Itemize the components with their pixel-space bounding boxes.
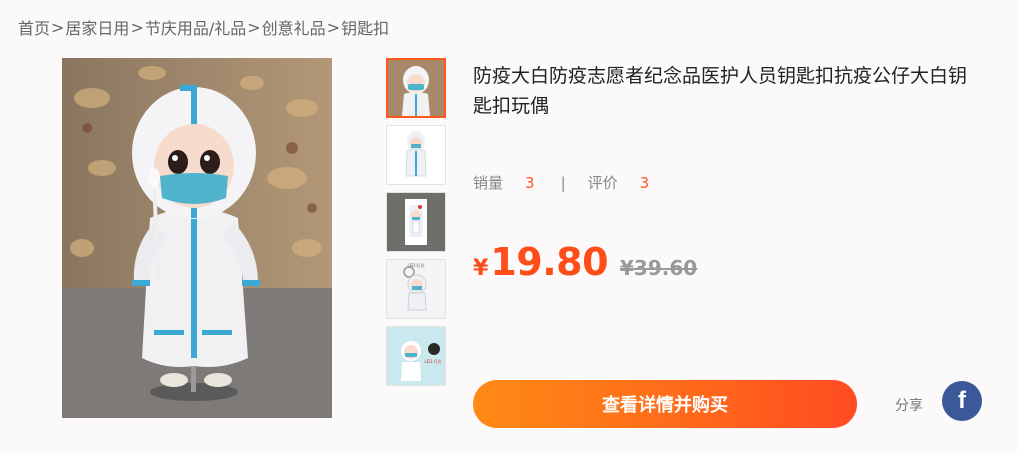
facebook-share-button[interactable]: f: [942, 381, 982, 421]
product-stats: 销量 3 | 评价 3: [473, 172, 649, 193]
product-title: 防疫大白防疫志愿者纪念品医护人员钥匙扣抗疫公仔大白钥匙扣玩偶: [473, 65, 968, 117]
thumbnail-4[interactable]: LED 灯光: [386, 259, 446, 319]
current-price: 19.80: [490, 240, 609, 284]
breadcrumb-separator: >: [130, 17, 144, 37]
original-price: ¥39.60: [620, 256, 698, 280]
breadcrumb-item-festival-gifts[interactable]: 节庆用品/礼品: [145, 15, 246, 39]
price-currency: ¥: [473, 256, 489, 281]
reviews-label[interactable]: 评价: [588, 172, 618, 193]
reviews-count[interactable]: 3: [640, 174, 650, 192]
breadcrumb-item-household[interactable]: 居家日用: [65, 15, 129, 39]
thumbnail-5[interactable]: LED 灯光: [386, 326, 446, 386]
thumbnail-1[interactable]: [386, 58, 446, 118]
thumbnail-4-caption: LED 灯光: [407, 262, 424, 268]
breadcrumb: 首页 > 居家日用 > 节庆用品/礼品 > 创意礼品 > 钥匙扣: [18, 15, 389, 39]
breadcrumb-item-creative-gifts[interactable]: 创意礼品: [262, 15, 326, 39]
thumbnail-2[interactable]: [386, 125, 446, 185]
thumbnail-list: LED 灯光 LED 灯光: [386, 58, 446, 393]
breadcrumb-item-keychains[interactable]: 钥匙扣: [341, 15, 389, 39]
thumbnail-5-caption: LED 灯光: [424, 358, 441, 364]
breadcrumb-item-home[interactable]: 首页: [18, 15, 50, 39]
stats-divider: |: [560, 173, 566, 192]
view-details-buy-button[interactable]: 查看详情并购买: [473, 380, 857, 428]
share-label: 分享: [895, 398, 923, 414]
main-product-image: [62, 58, 332, 418]
breadcrumb-separator: >: [51, 17, 65, 37]
sales-count: 3: [525, 173, 535, 192]
sales-label: 销量: [473, 174, 504, 192]
price-row: ¥ 19.80 ¥39.60: [473, 240, 697, 284]
facebook-icon: f: [958, 387, 966, 414]
thumbnail-3[interactable]: [386, 192, 446, 252]
breadcrumb-separator: >: [247, 17, 261, 37]
breadcrumb-separator: >: [326, 17, 341, 37]
